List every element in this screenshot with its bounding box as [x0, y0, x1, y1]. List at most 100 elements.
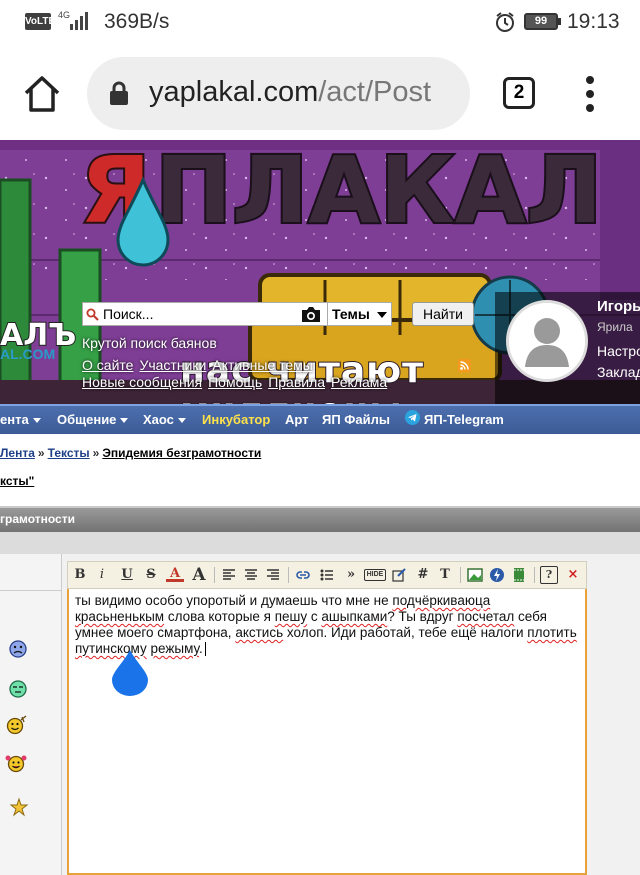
- chevron-down-icon: [377, 312, 387, 318]
- avatar[interactable]: [506, 300, 588, 382]
- members-link[interactable]: Участники: [139, 357, 206, 373]
- about-link[interactable]: О сайте: [82, 357, 133, 373]
- camera-icon[interactable]: [301, 306, 321, 323]
- text-run: .: [198, 641, 203, 656]
- nav-talk[interactable]: Общение: [57, 412, 129, 427]
- divider: [460, 567, 461, 583]
- nav-chaos[interactable]: Хаос: [143, 412, 186, 427]
- strikethrough-button[interactable]: S: [142, 566, 160, 584]
- header-links-row1: О сайте Участники Активные темы: [82, 357, 319, 373]
- breadcrumb-separator: »: [37, 446, 45, 460]
- font-color-button[interactable]: A: [166, 566, 184, 582]
- breadcrumb: Лента» Тексты» Эпидемия безграмотности: [0, 446, 261, 460]
- home-icon[interactable]: [22, 74, 62, 114]
- rules-link[interactable]: Правила: [268, 374, 325, 390]
- align-center-icon[interactable]: [242, 566, 260, 584]
- logo-domain: AL.COM: [0, 346, 56, 362]
- misspelled-word: ашыпками: [321, 609, 388, 624]
- list-icon[interactable]: [318, 566, 336, 584]
- browser-toolbar: yaplakal.com/act/Post 2: [0, 44, 640, 140]
- post-title-bar: грамотности: [0, 508, 640, 532]
- chevron-down-icon: [120, 418, 129, 424]
- edit-icon[interactable]: [390, 566, 408, 584]
- new-posts-link[interactable]: Новые сообщения: [82, 374, 202, 390]
- default-avatar-icon: [509, 303, 585, 379]
- address-bar[interactable]: yaplakal.com/act/Post: [87, 57, 470, 130]
- tab-switcher-button[interactable]: 2: [503, 77, 535, 109]
- network-speed: 369B/s: [104, 10, 170, 33]
- chevron-down-icon: [177, 418, 186, 424]
- site-search: Темы: [82, 302, 392, 326]
- url-domain: yaplakal.com: [149, 76, 319, 108]
- user-bookmarks-link[interactable]: Заклад: [597, 364, 640, 380]
- italic-button[interactable]: i: [93, 566, 111, 584]
- chevron-down-icon: [32, 418, 41, 424]
- quote-button[interactable]: »: [342, 566, 360, 584]
- section-title: грамотности: [0, 512, 75, 526]
- nav-feed-label: ента: [0, 412, 29, 427]
- link-icon[interactable]: [294, 566, 312, 584]
- nav-incubator[interactable]: Инкубатор: [202, 412, 270, 427]
- more-menu-icon[interactable]: [584, 74, 596, 114]
- lock-icon[interactable]: [109, 81, 129, 105]
- main-nav: ента Общение Хаос Инкубатор Арт ЯП Файлы…: [0, 404, 640, 434]
- active-topics-link[interactable]: Активные темы: [212, 357, 313, 373]
- message-textarea[interactable]: ты видимо особо упоротый и думаешь что м…: [67, 589, 587, 875]
- divider: [288, 567, 289, 583]
- divider: [214, 567, 215, 583]
- text-format-button[interactable]: T: [436, 566, 454, 584]
- battery-icon: 99: [524, 13, 561, 30]
- breadcrumb-feed[interactable]: Лента: [0, 446, 35, 460]
- flash-icon[interactable]: [488, 566, 506, 584]
- image-icon[interactable]: [466, 566, 484, 584]
- video-icon[interactable]: [510, 566, 528, 584]
- misspelled-word: пешу: [274, 609, 308, 624]
- font-size-button[interactable]: A: [190, 566, 208, 584]
- nav-telegram[interactable]: ЯП-Telegram: [424, 412, 504, 427]
- help-link[interactable]: Помощь: [208, 374, 262, 390]
- close-icon[interactable]: ×: [564, 566, 582, 584]
- misspelled-word: плотить: [527, 625, 577, 640]
- editor-toolbar: B i U S A A » HIDE # T ? ×: [67, 561, 587, 589]
- ads-link[interactable]: Реклама: [331, 374, 387, 390]
- bold-button[interactable]: B: [71, 566, 89, 584]
- breadcrumb-area: Лента» Тексты» Эпидемия безграмотности кст…: [0, 434, 640, 506]
- text-run: ты видимо особо упоротый и думаешь что м…: [75, 593, 393, 608]
- text-caret: [204, 642, 206, 656]
- text-run: с: [307, 609, 322, 624]
- rss-icon[interactable]: [458, 359, 471, 372]
- sad-smiley-icon[interactable]: [7, 638, 29, 660]
- user-name[interactable]: Игорь: [597, 298, 640, 315]
- cheer-smiley-icon[interactable]: [5, 714, 27, 736]
- telegram-icon[interactable]: [405, 410, 420, 425]
- breadcrumb-texts[interactable]: Тексты: [48, 446, 90, 460]
- search-scope-select[interactable]: Темы: [327, 303, 391, 325]
- url-path: /act/Post: [318, 76, 432, 108]
- header-links-row2: Новые сообщения Помощь Правила Реклама: [82, 374, 393, 390]
- sleepy-smiley-icon[interactable]: [7, 678, 29, 700]
- nav-talk-label: Общение: [57, 412, 117, 427]
- breadcrumb-topic[interactable]: Эпидемия безграмотности: [102, 446, 261, 460]
- search-input[interactable]: [103, 303, 293, 325]
- hide-button[interactable]: HIDE: [364, 569, 386, 581]
- url-text[interactable]: yaplakal.com/act/Post: [149, 76, 431, 109]
- site-logo[interactable]: АЛЪ AL.COM: [0, 317, 77, 364]
- user-settings-link[interactable]: Настро: [597, 343, 640, 359]
- user-rank: Ярила: [597, 320, 633, 334]
- search-button[interactable]: Найти: [412, 302, 474, 326]
- help-button[interactable]: ?: [540, 566, 558, 584]
- align-left-icon[interactable]: [220, 566, 238, 584]
- topic-return-link[interactable]: ксты": [0, 474, 34, 488]
- party-smiley-icon[interactable]: [5, 752, 27, 774]
- message-text[interactable]: ты видимо особо упоротый и думаешь что м…: [75, 593, 580, 657]
- align-right-icon[interactable]: [264, 566, 282, 584]
- nav-files[interactable]: ЯП Файлы: [322, 412, 390, 427]
- search-tagline: Крутой поиск баянов: [82, 335, 217, 351]
- misspelled-word: подчёркиваюца: [392, 593, 491, 608]
- underline-button[interactable]: U: [118, 566, 136, 584]
- nav-art[interactable]: Арт: [285, 412, 309, 427]
- hashtag-button[interactable]: #: [414, 566, 432, 584]
- nav-feed[interactable]: ента: [0, 412, 41, 427]
- star-smiley-icon[interactable]: [8, 796, 30, 818]
- text-cursor-handle-icon[interactable]: [112, 650, 148, 696]
